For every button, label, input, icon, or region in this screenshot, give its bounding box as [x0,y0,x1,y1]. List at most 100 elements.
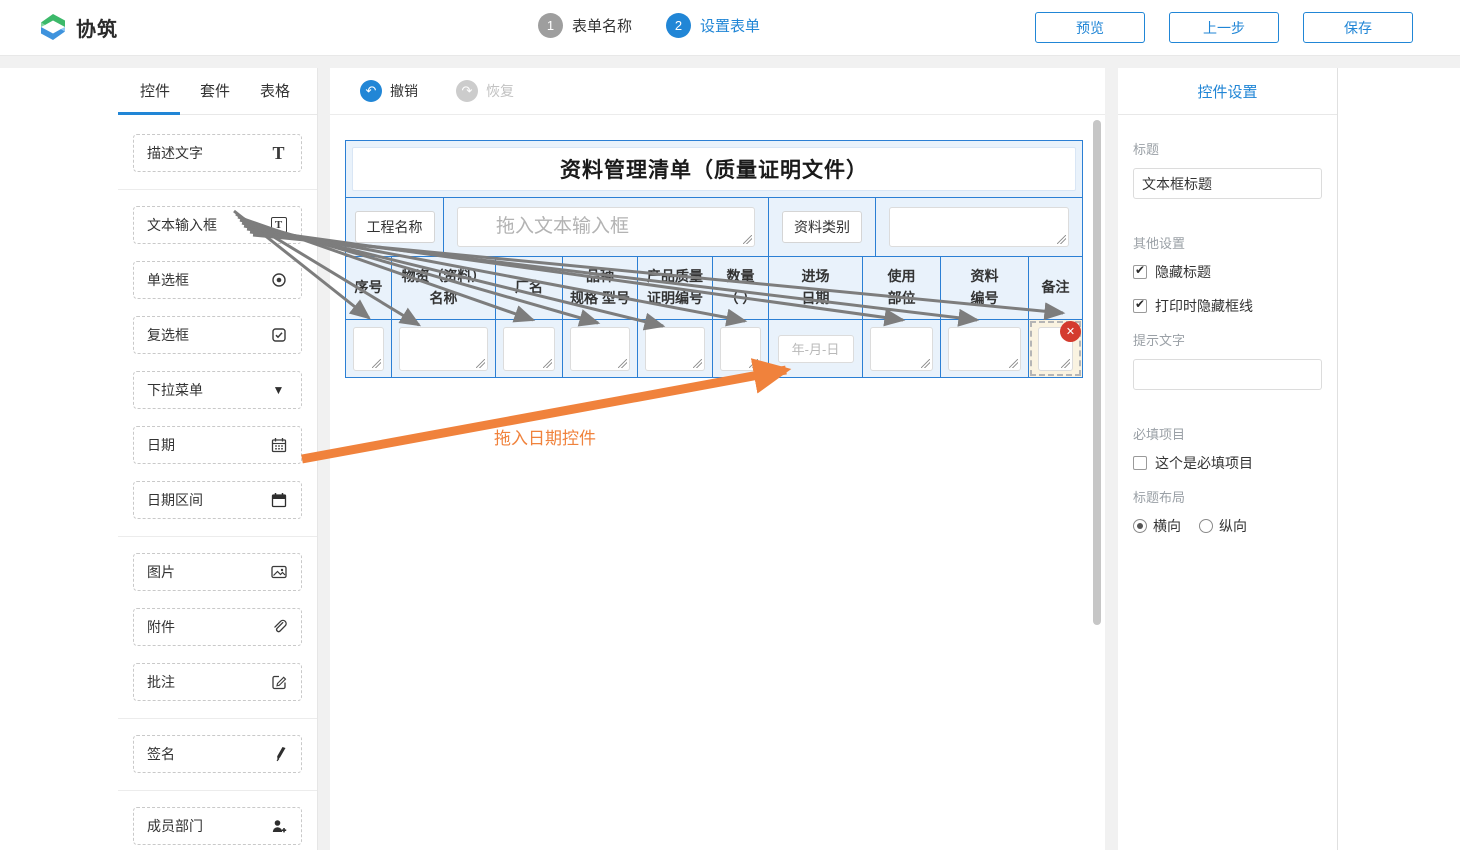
step-2-label: 设置表单 [700,15,760,36]
input-cell-factory [496,320,563,377]
cell-textarea[interactable] [570,327,630,371]
hide-border-print-checkbox[interactable] [1133,299,1147,313]
resize-grip-icon[interactable] [1061,359,1070,368]
category-textarea[interactable] [889,207,1069,247]
divider [118,536,317,537]
resize-grip-icon[interactable] [543,359,552,368]
palette-item-radio[interactable]: 单选框 [133,261,302,299]
redo-button[interactable]: ↷ 恢复 [456,80,514,102]
text-input-icon: T [269,216,288,235]
cell-textarea[interactable] [948,327,1021,371]
palette-item-dropdown[interactable]: 下拉菜单 ▼ [133,371,302,409]
settings-panel-title: 控件设置 [1118,68,1337,115]
resize-grip-icon[interactable] [1057,235,1066,244]
input-cell-quantity [713,320,769,377]
input-cell-doc-no [941,320,1029,377]
preview-button[interactable]: 预览 [1035,12,1145,43]
hide-title-option[interactable]: 隐藏标题 [1133,262,1322,282]
checkbox-icon [269,326,288,345]
input-cell-use-position [863,320,941,377]
step-1: 1 表单名称 [538,13,632,38]
project-name-cell: 工程名称 [346,198,444,256]
project-name-label[interactable]: 工程名称 [355,211,435,243]
layout-horizontal-option[interactable]: 横向 [1133,516,1181,536]
calendar-icon [269,436,288,455]
cell-textarea[interactable] [503,327,555,371]
column-header: 品种 规格 型号 [563,257,638,319]
resize-grip-icon[interactable] [372,359,381,368]
required-option[interactable]: 这个是必填项目 [1133,453,1322,473]
palette-item-checkbox[interactable]: 复选框 [133,316,302,354]
tab-controls[interactable]: 控件 [140,68,170,115]
resize-grip-icon[interactable] [743,235,752,244]
hide-title-checkbox[interactable] [1133,265,1147,279]
background-gap [318,56,330,850]
control-title-input[interactable] [1133,168,1322,199]
palette-item-text-input[interactable]: 文本输入框 T [133,206,302,244]
other-settings-label: 其他设置 [1133,233,1322,252]
cell-textarea[interactable] [353,327,384,371]
tab-tables[interactable]: 表格 [260,68,290,115]
palette-item-annotation[interactable]: 批注 [133,663,302,701]
date-range-icon [269,491,288,510]
form-info-row: 工程名称 拖入文本输入框 资料类别 [346,197,1082,256]
background-gap [0,56,1460,68]
resize-grip-icon[interactable] [749,359,758,368]
resize-grip-icon[interactable] [618,359,627,368]
palette-item-description-text[interactable]: 描述文字 T [133,134,302,172]
logo-icon [38,12,68,42]
canvas-scrollbar[interactable] [1093,120,1101,625]
table-header-row: 序号 物资（资料） 名称 厂名 品种 规格 型号 产品质量 证明编号 数量 （ … [346,256,1082,319]
attachment-icon [269,618,288,637]
divider [118,790,317,791]
category-label[interactable]: 资料类别 [782,211,862,243]
required-checkbox[interactable] [1133,456,1147,470]
palette-tabs: 控件 套件 表格 [118,68,317,115]
resize-grip-icon[interactable] [693,359,702,368]
tab-kits[interactable]: 套件 [200,68,230,115]
save-button[interactable]: 保存 [1303,12,1413,43]
resize-grip-icon[interactable] [476,359,485,368]
step-1-number: 1 [538,13,563,38]
table-input-row: ✕ [346,319,1082,377]
layout-vertical-option[interactable]: 纵向 [1199,516,1247,536]
previous-step-button[interactable]: 上一步 [1169,12,1279,43]
cell-textarea[interactable] [870,327,933,371]
column-header: 序号 [346,257,392,319]
hint-text-input[interactable] [1133,359,1322,390]
project-name-textarea[interactable]: 拖入文本输入框 [457,207,755,247]
date-input[interactable] [778,335,854,363]
input-cell-seq [346,320,392,377]
category-input-cell [876,198,1082,256]
palette-item-date[interactable]: 日期 [133,426,302,464]
annotation-icon [269,673,288,692]
palette-item-date-range[interactable]: 日期区间 [133,481,302,519]
palette-item-signature[interactable]: 签名 [133,735,302,773]
step-2-number: 2 [666,13,691,38]
column-header: 备注 [1029,257,1082,319]
input-cell-remark-selected[interactable]: ✕ [1029,320,1082,377]
undo-button[interactable]: ↶ 撤销 [360,80,418,102]
app-logo: 协筑 [38,12,118,42]
image-icon [269,563,288,582]
hide-border-print-option[interactable]: 打印时隐藏框线 [1133,296,1322,316]
title-section-label: 标题 [1133,139,1322,158]
palette-item-attachment[interactable]: 附件 [133,608,302,646]
horizontal-radio[interactable] [1133,519,1147,533]
cell-textarea[interactable] [720,327,761,371]
form-title[interactable]: 资料管理清单（质量证明文件） [352,147,1076,191]
resize-grip-icon[interactable] [1009,359,1018,368]
resize-grip-icon[interactable] [921,359,930,368]
cell-textarea[interactable] [645,327,705,371]
palette-item-member-department[interactable]: 成员部门 [133,807,302,845]
hide-border-print-label: 打印时隐藏框线 [1155,296,1253,316]
palette-item-image[interactable]: 图片 [133,553,302,591]
cell-textarea[interactable] [399,327,488,371]
logo-text: 协筑 [76,13,118,42]
delete-control-icon[interactable]: ✕ [1060,321,1081,342]
project-name-input-cell: 拖入文本输入框 [444,198,769,256]
dropdown-icon: ▼ [269,381,288,400]
required-section-label: 必填项目 [1133,424,1322,443]
vertical-radio[interactable] [1199,519,1213,533]
form-title-row: 资料管理清单（质量证明文件） [346,141,1082,197]
